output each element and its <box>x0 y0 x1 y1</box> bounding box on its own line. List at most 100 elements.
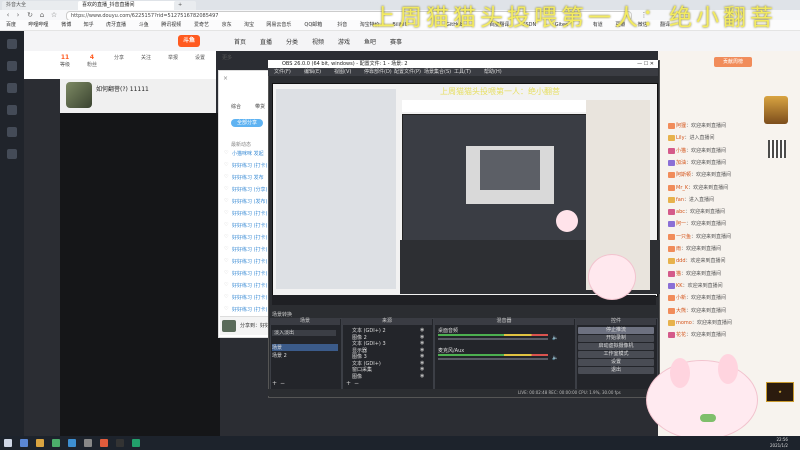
site-nav-link[interactable]: 首页 <box>234 37 246 46</box>
bookmark-item[interactable]: 爱奇艺 <box>194 21 209 29</box>
heart-icon[interactable]: ♡ <box>224 235 229 240</box>
chat-message[interactable]: 大熊：欢迎来到直播间 <box>676 307 726 314</box>
browser-tab-active[interactable]: 喜欢的直播_抖音直播间 <box>78 1 178 10</box>
bookmark-item[interactable]: 抖音 <box>337 21 347 29</box>
obs-menu-item[interactable]: 停靠部件(D) <box>364 68 392 76</box>
speaker-icon[interactable]: 🔈 <box>552 355 558 361</box>
obs-menu-item[interactable]: 配置文件(P) <box>394 68 421 76</box>
start-icon[interactable] <box>4 439 12 447</box>
taskbar-app-icon[interactable] <box>68 439 76 447</box>
heart-icon[interactable]: ♡ <box>224 151 229 156</box>
chat-username[interactable]: ddd <box>676 258 686 264</box>
chat-username[interactable]: Mr_K <box>676 185 688 191</box>
rail-video-icon[interactable] <box>7 149 17 159</box>
chat-username[interactable]: 阿斯顿 <box>676 172 691 178</box>
back-icon[interactable]: ‹ <box>4 11 12 19</box>
browser-tab[interactable]: 抖音大全 <box>2 1 80 10</box>
remove-icon[interactable]: − <box>280 380 285 387</box>
chat-username[interactable]: abc <box>676 209 685 215</box>
obs-menu-item[interactable]: 视图(V) <box>334 68 351 76</box>
chat-username[interactable]: momo <box>676 320 692 326</box>
bookmark-item[interactable]: 知乎 <box>84 21 94 29</box>
obs-control-button[interactable]: 开始录制 <box>578 335 654 342</box>
popup-list-item[interactable]: 好好练习 (打卡) <box>232 222 268 229</box>
obs-control-button[interactable]: 退出 <box>578 367 654 374</box>
add-icon[interactable]: + <box>346 380 351 387</box>
popup-list-item[interactable]: 好好练习 (打卡) <box>232 258 268 265</box>
taskbar-app-icon[interactable] <box>52 439 60 447</box>
chat-message[interactable]: 阿斯顿：欢迎来到直播间 <box>676 171 731 178</box>
heart-icon[interactable]: ♡ <box>224 271 229 276</box>
contribution-tab[interactable]: 贡献周榜 <box>714 57 752 67</box>
obs-control-button[interactable]: 启动虚拟摄像机 <box>578 343 654 350</box>
chat-username[interactable]: 阿一 <box>676 221 686 227</box>
taskbar-app-icon[interactable] <box>36 439 44 447</box>
chat-username[interactable]: Lily <box>676 135 685 141</box>
refresh-icon[interactable]: ↻ <box>26 11 34 19</box>
obs-menu-item[interactable]: 文件(F) <box>274 68 291 76</box>
popup-tab-goods[interactable]: 带货 <box>255 103 265 110</box>
chat-message[interactable]: 雨：欢迎来到直播间 <box>676 245 721 252</box>
stat-item[interactable]: 11 等级 <box>54 54 76 68</box>
popup-list-item[interactable]: 小猫咪咪 发起 <box>232 150 264 157</box>
visibility-eye-icon[interactable]: ◉ <box>420 340 424 346</box>
share-all-button[interactable]: 全部分享 <box>231 119 263 127</box>
chat-message[interactable]: 阿一：欢迎来到直播间 <box>676 220 726 227</box>
visibility-eye-icon[interactable]: ◉ <box>420 360 424 366</box>
rail-game-icon[interactable] <box>7 127 17 137</box>
chat-username[interactable]: 大熊 <box>676 308 686 314</box>
system-clock[interactable]: 22:56 2021/1/2 <box>770 437 788 449</box>
gift-banner-image[interactable] <box>764 96 788 124</box>
popup-list-item[interactable]: 好好练习 (打卡) <box>232 246 268 253</box>
popup-list-item[interactable]: 好好练习 (打卡) <box>232 162 268 169</box>
popup-list-item[interactable]: 好好练习 (打卡) <box>232 270 268 277</box>
rail-category-icon[interactable] <box>7 105 17 115</box>
obs-menu-item[interactable]: 帮助(H) <box>484 68 502 76</box>
window-controls-icon[interactable]: — ☐ ✕ <box>637 60 654 68</box>
popup-list-item[interactable]: 好好练习 (打卡) <box>232 306 268 313</box>
heart-icon[interactable]: ♡ <box>224 283 229 288</box>
home-icon[interactable]: ⌂ <box>38 11 46 19</box>
visibility-eye-icon[interactable]: ◉ <box>420 373 424 379</box>
popup-list-item[interactable]: 好好练习 (打卡) <box>232 210 268 217</box>
heart-icon[interactable]: ♡ <box>224 295 229 300</box>
chat-username[interactable]: 花花 <box>676 332 686 338</box>
heart-icon[interactable]: ♡ <box>224 211 229 216</box>
site-nav-link[interactable]: 游戏 <box>338 37 350 46</box>
chat-message[interactable]: 加油：欢迎来到直播间 <box>676 159 726 166</box>
stat-item[interactable]: 分享 <box>108 54 130 61</box>
chat-message[interactable]: ddd：欢迎来到直播间 <box>676 257 726 264</box>
chat-username[interactable]: 小猫 <box>676 148 686 154</box>
popup-tab-all[interactable]: 综合 <box>231 103 241 110</box>
volume-slider[interactable] <box>438 338 548 340</box>
chat-message[interactable]: 小新：欢迎来到直播间 <box>676 294 726 301</box>
bookmark-item[interactable]: QQ邮箱 <box>304 21 322 29</box>
bookmark-item[interactable]: 淘宝 <box>244 21 254 29</box>
bookmark-item[interactable]: 微博 <box>61 21 71 29</box>
bookmark-item[interactable]: 网易云音乐 <box>266 21 291 29</box>
site-nav-link[interactable]: 直播 <box>260 37 272 46</box>
star-icon[interactable]: ☆ <box>50 11 58 19</box>
site-logo[interactable]: 斗鱼 <box>178 35 200 47</box>
heart-icon[interactable]: ♡ <box>224 259 229 264</box>
chat-message[interactable]: Mr_K：欢迎来到直播间 <box>676 184 728 191</box>
bookmark-item[interactable]: 虎牙直播 <box>106 21 126 29</box>
obs-menu-item[interactable]: 编辑(E) <box>304 68 321 76</box>
rail-follow-icon[interactable] <box>7 83 17 93</box>
obs-menu-item[interactable]: 工具(T) <box>454 68 471 76</box>
popup-list-item[interactable]: 好好练习 (打卡) <box>232 282 268 289</box>
transition-select[interactable]: 淡入淡出 <box>272 330 336 336</box>
heart-icon[interactable]: ♡ <box>224 175 229 180</box>
popup-list-item[interactable]: 好好练习 (发布) <box>232 198 268 205</box>
video-player-area[interactable] <box>60 113 220 436</box>
chat-username[interactable]: 加油 <box>676 160 686 166</box>
streamer-avatar[interactable] <box>66 82 92 108</box>
scene-item[interactable]: 场景 2 <box>272 352 338 359</box>
visibility-eye-icon[interactable]: ◉ <box>420 353 424 359</box>
obs-control-button[interactable]: 停止推流 <box>578 327 654 334</box>
stat-item[interactable]: 更多 <box>216 54 238 61</box>
bookmark-item[interactable]: 腾讯视频 <box>161 21 181 29</box>
forward-icon[interactable]: › <box>14 11 22 19</box>
taskbar-app-icon[interactable] <box>84 439 92 447</box>
obs-menu-item[interactable]: 场景集合(S) <box>424 68 451 76</box>
